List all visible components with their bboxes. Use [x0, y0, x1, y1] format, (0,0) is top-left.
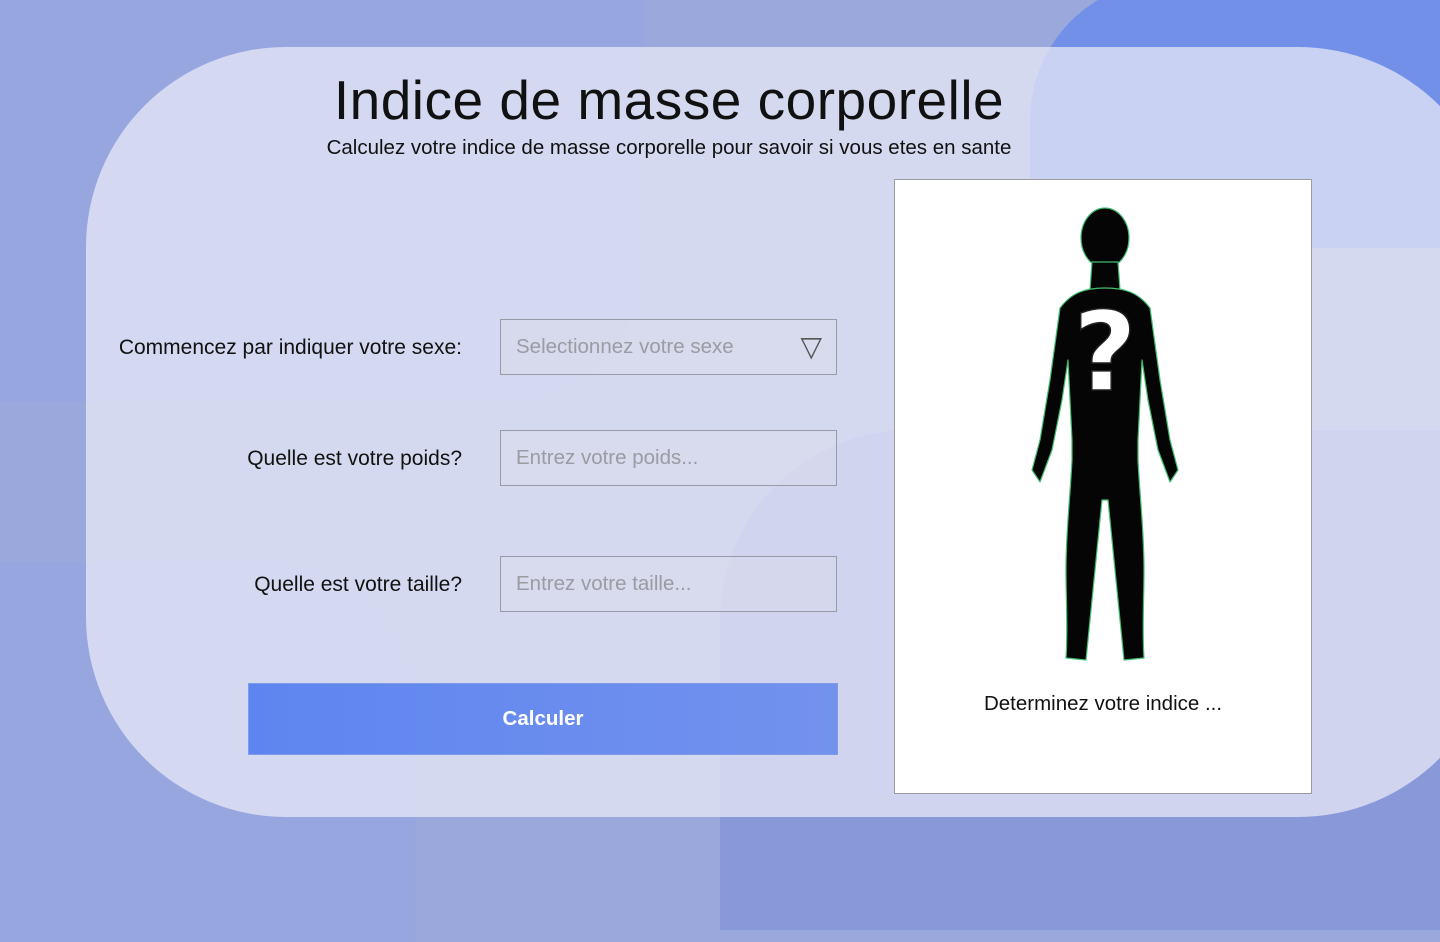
unknown-person-silhouette-icon: ?	[1031, 207, 1179, 661]
sex-label: Commencez par indiquer votre sexe:	[118, 336, 462, 359]
result-panel: ? Determinez votre indice ...	[894, 179, 1312, 794]
calculate-button[interactable]: Calculer	[248, 683, 838, 755]
weight-field-wrapper	[500, 430, 837, 486]
result-text: Determinez votre indice ...	[983, 692, 1223, 715]
height-input[interactable]	[501, 557, 836, 611]
height-field-wrapper	[500, 556, 837, 612]
height-label: Quelle est votre taille?	[254, 573, 462, 596]
sex-select[interactable]: Selectionnez votre sexe ▽	[500, 319, 837, 375]
question-mark: ?	[1073, 288, 1137, 416]
page-subtitle: Calculez votre indice de masse corporell…	[326, 136, 1012, 159]
sex-select-placeholder: Selectionnez votre sexe	[516, 335, 734, 358]
weight-label: Quelle est votre poids?	[247, 447, 462, 470]
triangle-down-icon[interactable]: ▽	[800, 333, 822, 361]
weight-input[interactable]	[501, 431, 836, 485]
page-title: Indice de masse corporelle	[333, 69, 1005, 131]
